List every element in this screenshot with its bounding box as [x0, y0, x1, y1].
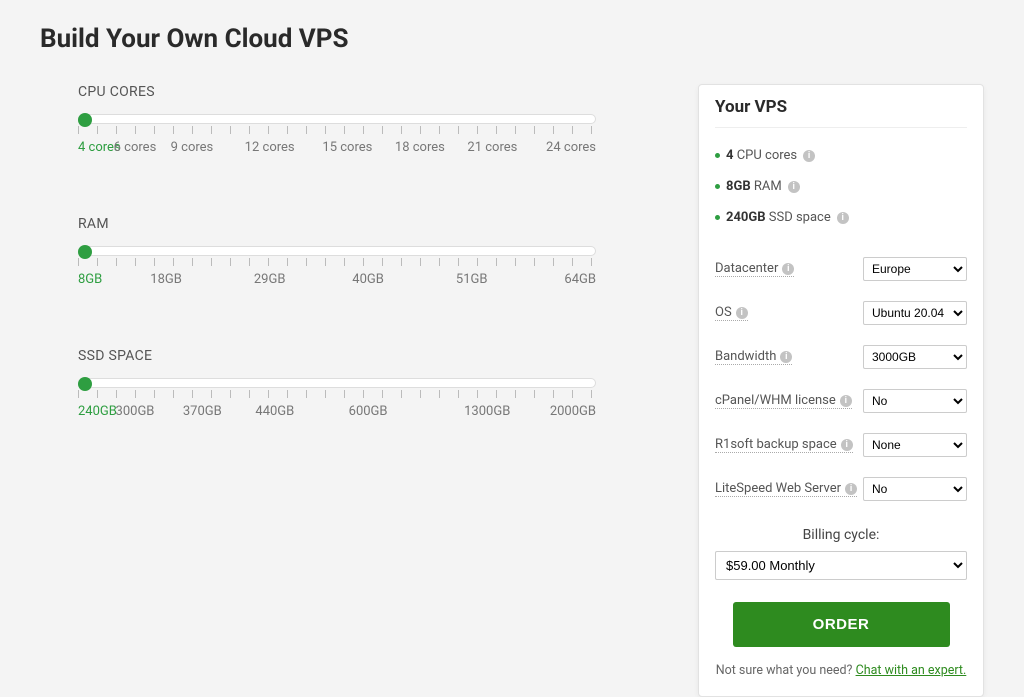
- option-row: Bandwidthi 3000GB: [715, 335, 967, 379]
- info-icon[interactable]: i: [782, 263, 794, 275]
- ssd-slider-track[interactable]: [78, 378, 596, 388]
- ram-tick-label[interactable]: 40GB: [352, 272, 384, 287]
- ssd-slider-handle[interactable]: [78, 377, 92, 391]
- cpu-tick-labels: 4 cores6 cores9 cores12 cores15 cores18 …: [78, 140, 596, 158]
- cpu-tick-label[interactable]: 15 cores: [322, 140, 372, 155]
- ram-tick-label[interactable]: 51GB: [456, 272, 488, 287]
- option-row: R1soft backup spacei None: [715, 423, 967, 467]
- cpu-tick-label[interactable]: 24 cores: [546, 140, 596, 155]
- ram-slider-block: RAM 8GB 18GB 29GB 40GB 51GB 64GB: [78, 216, 658, 290]
- option-label: OSi: [715, 305, 748, 321]
- info-icon[interactable]: i: [803, 150, 815, 162]
- option-select[interactable]: Europe: [863, 257, 967, 281]
- slider-column: CPU CORES 4 cores6 cores9 cores12 cores1…: [40, 84, 658, 697]
- info-icon[interactable]: i: [841, 439, 853, 451]
- ssd-tick-label[interactable]: 1300GB: [464, 404, 510, 419]
- ssd-tick-label[interactable]: 2000GB: [550, 404, 596, 419]
- page-title: Build Your Own Cloud VPS: [40, 24, 984, 54]
- option-select[interactable]: No: [863, 389, 967, 413]
- option-row: LiteSpeed Web Serveri No: [715, 467, 967, 511]
- ssd-tick-label[interactable]: 240GB: [78, 404, 117, 419]
- bullet-icon: [715, 184, 720, 189]
- ram-tick-label[interactable]: 29GB: [254, 272, 286, 287]
- ssd-slider-label: SSD SPACE: [78, 348, 658, 364]
- info-icon[interactable]: i: [780, 351, 792, 363]
- billing-cycle-select[interactable]: $59.00 Monthly: [715, 551, 967, 580]
- cpu-slider-label: CPU CORES: [78, 84, 658, 100]
- ssd-tick-label[interactable]: 300GB: [116, 404, 155, 419]
- option-select[interactable]: No: [863, 477, 967, 501]
- ram-tick-label[interactable]: 8GB: [78, 272, 102, 287]
- spec-text: 8GB RAM: [726, 179, 782, 194]
- info-icon[interactable]: i: [845, 483, 857, 495]
- spec-row: 240GB SSD space i: [715, 202, 967, 233]
- cpu-tick-label[interactable]: 6 cores: [114, 140, 157, 155]
- bullet-icon: [715, 153, 720, 158]
- option-label: cPanel/WHM licensei: [715, 393, 852, 409]
- spec-row: 8GB RAM i: [715, 171, 967, 202]
- option-row: OSi Ubuntu 20.04: [715, 291, 967, 335]
- info-icon[interactable]: i: [736, 307, 748, 319]
- spec-text: 4 CPU cores: [726, 148, 797, 163]
- ram-slider-track[interactable]: [78, 246, 596, 256]
- cpu-slider-ticks: [78, 126, 596, 136]
- cpu-slider-block: CPU CORES 4 cores6 cores9 cores12 cores1…: [78, 84, 658, 158]
- ssd-slider-block: SSD SPACE 240GB300GB 370GB 440GB 600GB 1300G…: [78, 348, 658, 422]
- help-text: Not sure what you need?: [716, 663, 853, 678]
- info-icon[interactable]: i: [837, 212, 849, 224]
- ssd-tick-label[interactable]: 440GB: [255, 404, 294, 419]
- option-list: Datacenteri Europe OSi Ubuntu 20.04 Bandwidt…: [715, 247, 967, 511]
- option-label: Bandwidthi: [715, 349, 792, 365]
- help-line: Not sure what you need? Chat with an exp…: [715, 663, 967, 678]
- option-select[interactable]: Ubuntu 20.04: [863, 301, 967, 325]
- bullet-icon: [715, 215, 720, 220]
- ram-slider-handle[interactable]: [78, 245, 92, 259]
- option-row: Datacenteri Europe: [715, 247, 967, 291]
- chat-expert-link[interactable]: Chat with an expert.: [856, 663, 967, 678]
- billing-cycle-label: Billing cycle:: [715, 527, 967, 543]
- ssd-tick-label[interactable]: 600GB: [349, 404, 388, 419]
- order-button[interactable]: ORDER: [733, 602, 950, 647]
- option-label: LiteSpeed Web Serveri: [715, 481, 857, 497]
- summary-panel: Your VPS 4 CPU coresi8GB RAMi240GB SSD s…: [698, 84, 984, 697]
- ram-slider-label: RAM: [78, 216, 658, 232]
- option-select[interactable]: 3000GB: [863, 345, 967, 369]
- option-label: Datacenteri: [715, 261, 794, 277]
- option-label: R1soft backup spacei: [715, 437, 853, 453]
- summary-title: Your VPS: [715, 97, 967, 128]
- ram-slider-ticks: [78, 258, 596, 268]
- cpu-tick-label[interactable]: 21 cores: [467, 140, 517, 155]
- cpu-tick-label[interactable]: 12 cores: [245, 140, 295, 155]
- option-row: cPanel/WHM licensei No: [715, 379, 967, 423]
- ram-tick-label[interactable]: 18GB: [150, 272, 182, 287]
- ram-tick-labels: 8GB 18GB 29GB 40GB 51GB 64GB: [78, 272, 596, 290]
- ram-tick-label[interactable]: 64GB: [564, 272, 596, 287]
- spec-row: 4 CPU cores i: [715, 140, 967, 171]
- cpu-slider-track[interactable]: [78, 114, 596, 124]
- cpu-tick-label[interactable]: 18 cores: [395, 140, 445, 155]
- ssd-tick-labels: 240GB300GB 370GB 440GB 600GB 1300GB 2000GB: [78, 404, 596, 422]
- info-icon[interactable]: i: [788, 181, 800, 193]
- option-select[interactable]: None: [863, 433, 967, 457]
- cpu-slider-handle[interactable]: [78, 113, 92, 127]
- cpu-tick-label[interactable]: 9 cores: [171, 140, 214, 155]
- spec-text: 240GB SSD space: [726, 210, 831, 225]
- spec-list: 4 CPU cores i 8GB RAM i 240GB SSD space i: [715, 140, 967, 233]
- ssd-tick-label[interactable]: 370GB: [183, 404, 222, 419]
- ssd-slider-ticks: [78, 390, 596, 400]
- info-icon[interactable]: i: [840, 395, 852, 407]
